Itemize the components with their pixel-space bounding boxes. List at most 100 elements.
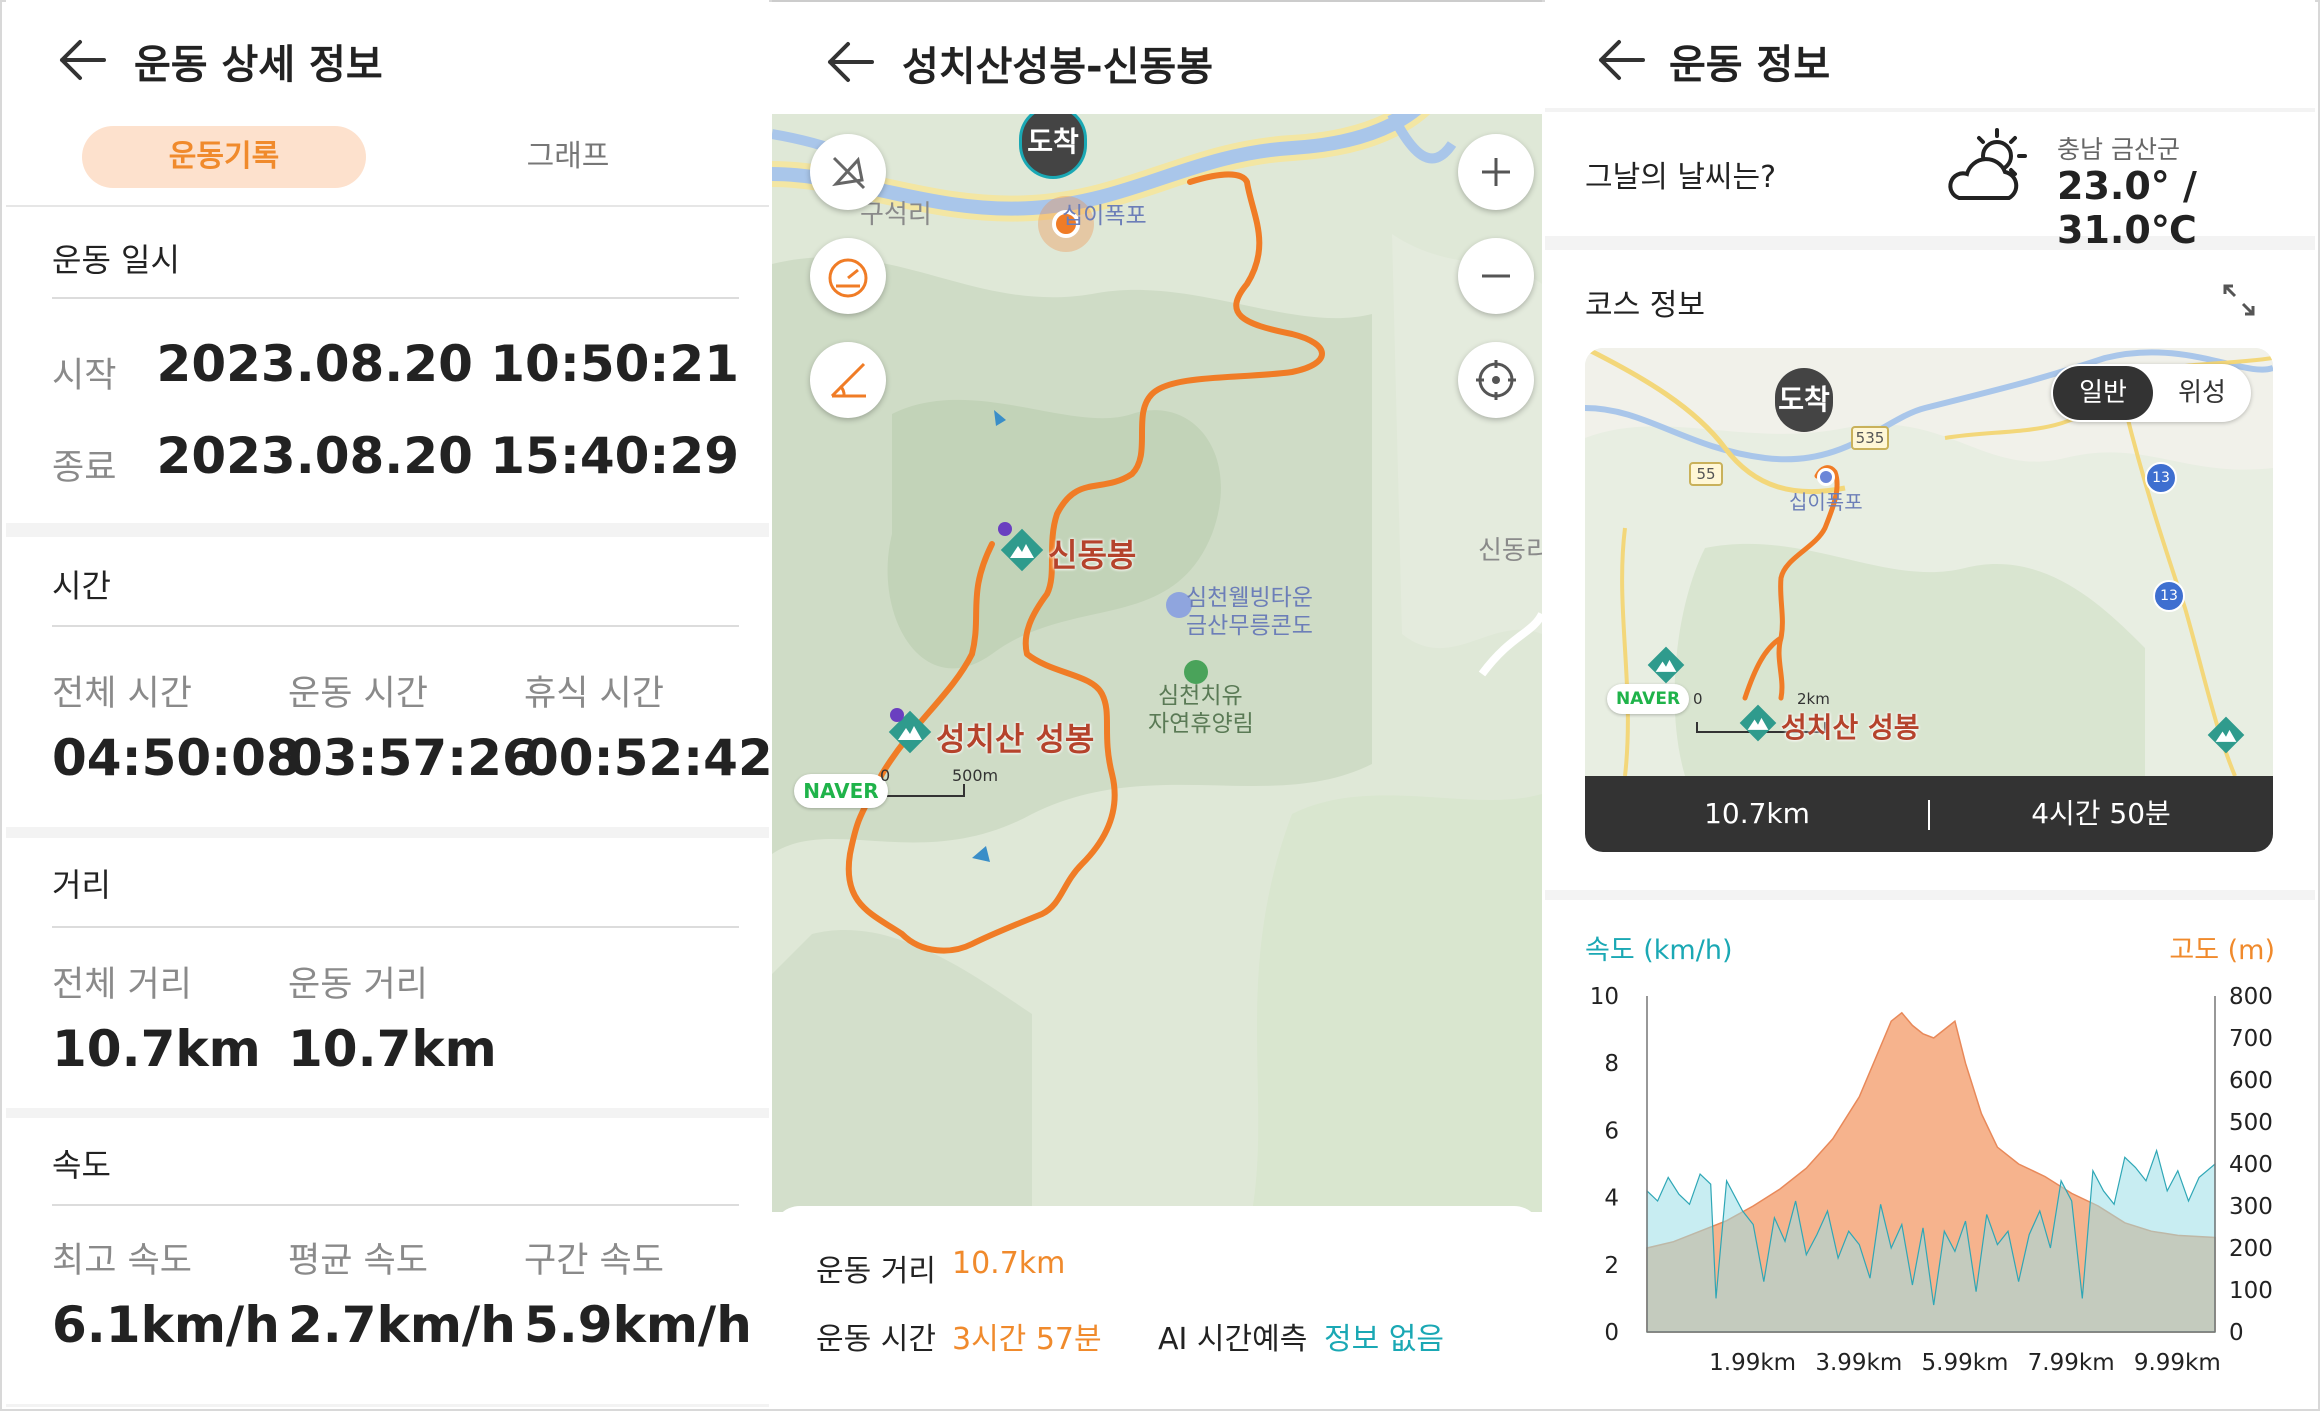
- x-tick-label: 5.99km: [1922, 1350, 2009, 1376]
- tab-exercise-record[interactable]: 운동기록: [82, 126, 366, 188]
- time-value: 3시간 57분: [952, 1322, 1102, 1357]
- slope-button[interactable]: [810, 342, 886, 418]
- peak-marker-dot: [998, 522, 1012, 536]
- y-right-tick-label: 0: [2229, 1320, 2244, 1346]
- y-left-tick-label: 2: [1604, 1253, 1619, 1279]
- total-time-value: 04:50:08: [52, 729, 301, 787]
- exercise-distance-label: 운동 거리: [288, 965, 428, 1005]
- distance-label: 운동 거리: [816, 1254, 936, 1289]
- peak-label-seongbong[interactable]: 성치산 성봉: [1781, 706, 1920, 746]
- peak-marker-dot: [890, 708, 904, 722]
- end-value: 2023.08.20 15:40:29: [156, 427, 739, 485]
- total-time-label: 전체 시간: [52, 674, 192, 714]
- x-tick-label: 9.99km: [2134, 1350, 2221, 1376]
- page-title: 운동 상세 정보: [134, 42, 383, 88]
- route-map-panel: 성치산성봉-신동봉 도착 구석리 십이폭포 신동리 심천웰빙타운 금산무릉콘도 …: [772, 0, 1542, 1407]
- chart-card: 속도 (km/h) 고도 (m) 10 8 6 4 2 0 800 700 600 500 400 3…: [1545, 900, 2315, 1407]
- arrival-pin[interactable]: 도착: [1775, 368, 1833, 432]
- course-distance: 10.7km: [1704, 797, 1810, 830]
- weather-location: 충남 금산군: [2057, 135, 2180, 164]
- avg-speed-value: 2.7km/h: [288, 1296, 516, 1354]
- y-right-tick-label: 800: [2229, 984, 2273, 1010]
- mountain-icon: [1647, 646, 1685, 684]
- rest-time-label: 휴식 시간: [524, 674, 664, 714]
- total-distance-label: 전체 거리: [52, 965, 192, 1005]
- course-summary-bar: 10.7km 4시간 50분: [1585, 776, 2273, 852]
- section-divider: [52, 625, 739, 627]
- y-right-tick-label: 700: [2229, 1026, 2273, 1052]
- section-divider: [52, 1204, 739, 1206]
- map-type-toggle: 일반 위성: [2051, 364, 2251, 422]
- expand-icon[interactable]: [2219, 280, 2259, 320]
- road-sign-13: 13: [2145, 462, 2177, 494]
- start-value: 2023.08.20 10:50:21: [156, 335, 739, 393]
- back-arrow-icon[interactable]: [1595, 36, 1647, 84]
- route-title: 성치산성봉-신동봉: [902, 44, 1214, 90]
- speed-section: 속도 최고 속도 6.1km/h 평균 속도 2.7km/h 구간 속도 5.9…: [6, 1118, 769, 1404]
- x-tick-label: 7.99km: [2028, 1350, 2115, 1376]
- place-label-sipi-falls: 십이폭포: [1789, 490, 1863, 514]
- scale-label: 500m: [952, 766, 999, 785]
- place-label-resort-1: 심천웰빙타운: [1186, 585, 1313, 611]
- slope-angle-icon: [830, 362, 866, 398]
- course-card: 코스 정보 도착 십이폭포 성치산 성봉 NAVER 0 2km 55 535 …: [1545, 250, 2315, 890]
- arrival-pin[interactable]: 도착: [1022, 114, 1084, 176]
- speedometer-button[interactable]: [810, 238, 886, 314]
- navigation-off-icon: [832, 156, 866, 190]
- map-type-normal-button[interactable]: 일반: [2053, 366, 2153, 420]
- zoom-out-button[interactable]: [1458, 238, 1534, 314]
- exercise-time-label: 운동 시간: [288, 674, 428, 714]
- back-arrow-icon[interactable]: [824, 38, 876, 86]
- course-map[interactable]: 도착 십이폭포 성치산 성봉 NAVER 0 2km 55 535 13 13 …: [1585, 348, 2273, 776]
- time-label: 운동 시간: [816, 1322, 936, 1357]
- time-section: 시간 전체 시간 04:50:08 운동 시간 03:57:26 휴식 시간 0…: [6, 537, 769, 827]
- zoom-in-button[interactable]: [1458, 134, 1534, 210]
- rest-time-value: 00:52:42: [524, 729, 769, 787]
- section-title: 거리: [52, 866, 111, 904]
- section-title: 시간: [52, 567, 111, 605]
- peak-label-seongbong[interactable]: 성치산 성봉: [936, 714, 1094, 760]
- start-label: 시작: [52, 356, 117, 396]
- header: 운동 상세 정보 운동기록 그래프: [6, 0, 769, 205]
- naver-logo: NAVER: [1607, 684, 1689, 714]
- place-label-forest-2: 자연휴양림: [1148, 711, 1254, 737]
- section-speed-label: 구간 속도: [524, 1241, 664, 1281]
- y-right-tick-label: 200: [2229, 1236, 2273, 1262]
- total-distance-value: 10.7km: [52, 1020, 261, 1078]
- plus-icon: [1482, 158, 1510, 186]
- map-type-satellite-button[interactable]: 위성: [2155, 366, 2249, 420]
- header: 성치산성봉-신동봉: [772, 0, 1542, 114]
- section-title: 운동 일시: [52, 241, 180, 279]
- tab-graph[interactable]: 그래프: [426, 126, 710, 188]
- course-duration: 4시간 50분: [2031, 797, 2171, 830]
- route-map[interactable]: 도착 구석리 십이폭포 신동리 심천웰빙타운 금산무릉콘도 심천치유 자연휴양림…: [772, 114, 1542, 1212]
- peak-label-shindong[interactable]: 신동봉: [1048, 530, 1136, 576]
- header: 운동 정보: [1545, 0, 2315, 108]
- place-label-shindong-edge: 신동리: [1478, 536, 1542, 566]
- datetime-section: 운동 일시 시작 2023.08.20 10:50:21 종료 2023.08.…: [6, 207, 769, 523]
- exercise-time-value: 03:57:26: [288, 729, 537, 787]
- ai-estimate-value: 정보 없음: [1324, 1322, 1444, 1357]
- end-label: 종료: [52, 448, 117, 488]
- back-arrow-icon[interactable]: [56, 36, 108, 84]
- mountain-icon: [1739, 704, 1777, 742]
- exercise-distance-value: 10.7km: [288, 1020, 497, 1078]
- section-divider: [52, 926, 739, 928]
- place-label-forest-1: 심천치유: [1158, 683, 1243, 709]
- map-canvas: [772, 114, 1542, 1212]
- distance-section: 거리 전체 거리 10.7km 운동 거리 10.7km: [6, 838, 769, 1108]
- course-title: 코스 정보: [1585, 288, 1705, 323]
- arrival-dot[interactable]: [1817, 468, 1835, 486]
- y-right-tick-label: 500: [2229, 1110, 2273, 1136]
- page-title: 운동 정보: [1669, 42, 1831, 88]
- locate-me-button[interactable]: [1458, 342, 1534, 418]
- tracking-off-button[interactable]: [810, 134, 886, 210]
- y-left-tick-label: 10: [1590, 984, 1619, 1010]
- scale-label: 2km: [1797, 690, 1830, 708]
- speedometer-icon: [828, 258, 868, 298]
- max-speed-value: 6.1km/h: [52, 1296, 280, 1354]
- x-tick-label: 3.99km: [1815, 1350, 1902, 1376]
- y-right-tick-label: 400: [2229, 1152, 2273, 1178]
- place-label-sipi-falls: 십이폭포: [1062, 203, 1147, 229]
- avg-speed-label: 평균 속도: [288, 1241, 428, 1281]
